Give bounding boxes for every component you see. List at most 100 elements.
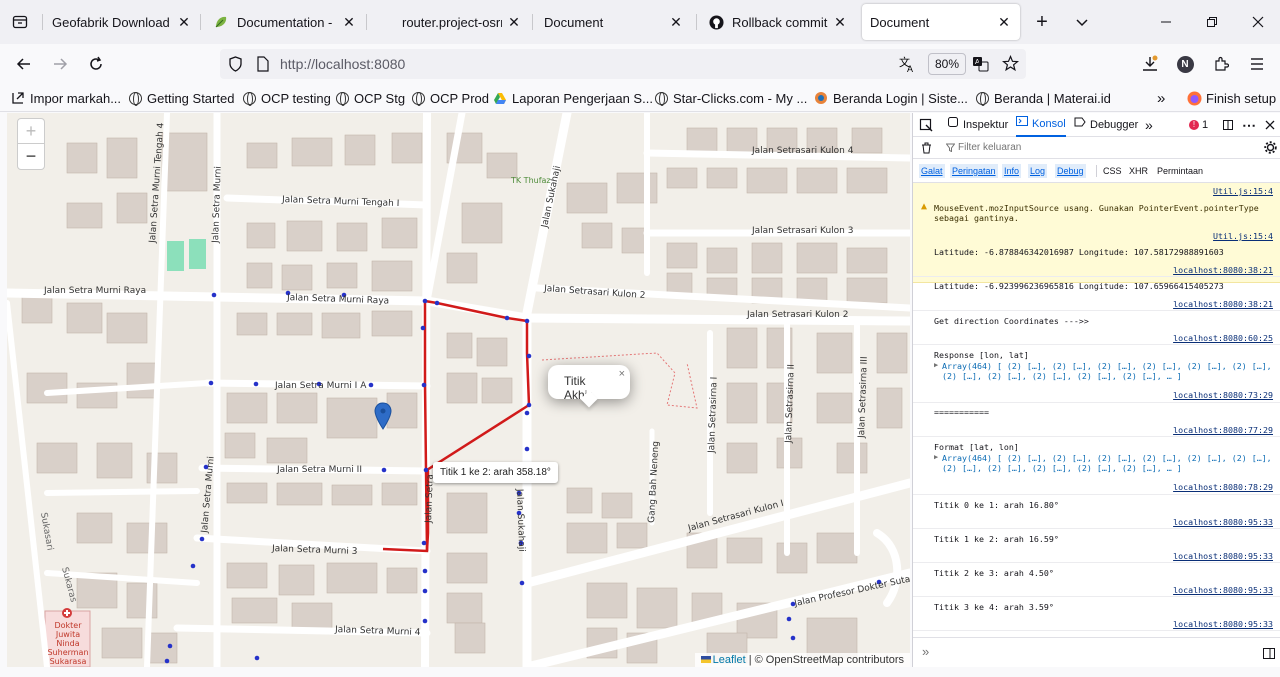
tab-inspektur[interactable]: Inspektur: [947, 113, 1008, 137]
tab-document-active[interactable]: Document ✕: [862, 4, 1020, 40]
tab-osrm[interactable]: router.project-osrm ✕: [370, 4, 530, 40]
bookmark-star-clicks[interactable]: Star-Clicks.com - My ...: [653, 89, 807, 107]
close-window-icon[interactable]: [1244, 8, 1272, 36]
bookmark-ocp-testing[interactable]: OCP testing: [241, 89, 331, 107]
array-preview[interactable]: Array(464) [ (2) […], (2) […], (2) […], …: [942, 361, 1272, 381]
array-preview[interactable]: Array(464) [ (2) […], (2) […], (2) […], …: [942, 453, 1272, 473]
message-source-link[interactable]: localhost:8080:38:21: [1173, 265, 1273, 275]
filter-permintaan[interactable]: Permintaan: [1155, 164, 1205, 178]
expand-triangle-icon[interactable]: ▶: [934, 361, 938, 369]
bookmark-materai[interactable]: Beranda | Materai.id: [974, 89, 1111, 107]
close-icon[interactable]: ✕: [832, 14, 848, 31]
close-icon[interactable]: ✕: [668, 14, 684, 31]
devtools-menu-icon[interactable]: ⋯: [1242, 113, 1256, 137]
tab-leaflet-docs[interactable]: Documentation - Le ✕: [205, 4, 365, 40]
tab-debugger[interactable]: Debugger: [1074, 113, 1138, 137]
bookmark-beranda-login[interactable]: Beranda Login | Siste...: [813, 89, 968, 107]
console-log-message: Latitude: -6.923996236965816 Longitude: …: [913, 277, 1280, 311]
message-source-link[interactable]: localhost:8080:95:33: [1173, 517, 1273, 527]
trash-clear-icon[interactable]: [921, 142, 932, 157]
split-console-icon[interactable]: [1263, 647, 1275, 662]
downloads-icon[interactable]: [1136, 50, 1164, 78]
message-source-link[interactable]: localhost:8080:78:29: [1173, 482, 1273, 492]
restore-window-icon[interactable]: [1198, 8, 1226, 36]
more-tabs-chevron-icon[interactable]: »: [1145, 113, 1153, 137]
firefox-icon: [1186, 90, 1202, 106]
message-source-link[interactable]: localhost:8080:38:21: [1173, 299, 1273, 309]
message-source-link[interactable]: localhost:8080:95:33: [1173, 585, 1273, 595]
filter-css[interactable]: CSS: [1101, 164, 1124, 178]
close-icon[interactable]: ✕: [341, 14, 357, 31]
console-log-message: Response [lon, lat] ▶ Array(464) [ (2) […: [913, 345, 1280, 403]
list-all-tabs-chevron-icon[interactable]: [1068, 8, 1096, 36]
message-source-link[interactable]: localhost:8080:95:33: [1173, 551, 1273, 561]
message-source-link[interactable]: localhost:8080:95:33: [1173, 619, 1273, 629]
bookmarks-overflow-chevron-icon[interactable]: »: [1157, 89, 1165, 107]
leaflet-link[interactable]: Leaflet: [713, 654, 746, 666]
shield-tracking-protection-icon[interactable]: [228, 56, 243, 75]
reload-icon[interactable]: [82, 50, 110, 78]
console-log-message: Titik 1 ke 2: arah 16.59° localhost:8080…: [913, 529, 1280, 563]
tab-geofabrik[interactable]: Geofabrik Download Se ✕: [44, 4, 200, 40]
ukraine-flag-icon: [700, 656, 711, 663]
bookmark-ocp-stg[interactable]: OCP Stg: [334, 89, 405, 107]
finish-setup-button[interactable]: Finish setup: [1186, 89, 1276, 107]
zoom-level-button[interactable]: 80%: [928, 53, 967, 75]
bookmark-ocp-prod[interactable]: OCP Prod: [410, 89, 489, 107]
forward-arrow-icon[interactable]: [46, 50, 74, 78]
bookmark-laporan[interactable]: Laporan Pengerjaan S...: [492, 89, 653, 107]
url-bar[interactable]: http://localhost:8080 文A 80% A: [220, 49, 1026, 79]
message-source-link[interactable]: Util.js:15:4: [1213, 231, 1273, 241]
filter-debug[interactable]: Debug: [1055, 164, 1086, 178]
tab-overview-icon[interactable]: [6, 8, 34, 36]
leaflet-map[interactable]: Jalan Setra Murni Tengah I Jalan Setra M…: [7, 113, 910, 667]
element-picker-icon[interactable]: [919, 113, 933, 137]
filter-galat[interactable]: Galat: [919, 164, 945, 178]
close-icon[interactable]: ✕: [996, 14, 1012, 31]
console-input[interactable]: »: [913, 637, 1280, 667]
tab-document-1[interactable]: Document ✕: [536, 4, 692, 40]
filter-info[interactable]: Info: [1002, 164, 1022, 178]
reader-translate-icon[interactable]: A: [972, 55, 990, 76]
tab-github-rollback[interactable]: Rollback commit se ✕: [700, 4, 856, 40]
hamburger-menu-icon[interactable]: [1243, 50, 1271, 78]
bookmark-getting-started[interactable]: Getting Started: [127, 89, 234, 107]
console-output: Util.js:15:4 ▲ MouseEvent.mozInputSource…: [913, 183, 1280, 637]
url-text[interactable]: http://localhost:8080: [280, 56, 405, 72]
dock-toggle-icon[interactable]: [1222, 113, 1234, 137]
close-icon[interactable]: ✕: [176, 14, 192, 31]
tab-label: Konsol: [1032, 118, 1066, 130]
street-label: Jalan Setrasari Kulon 4: [751, 146, 854, 156]
filter-output-input[interactable]: [958, 140, 1238, 155]
globe-icon: [653, 90, 669, 106]
filter-log[interactable]: Log: [1028, 164, 1048, 178]
console-settings-gear-icon[interactable]: [1264, 141, 1277, 157]
zoom-in-button[interactable]: +: [18, 119, 44, 144]
tab-konsol[interactable]: Konsol: [1016, 113, 1066, 137]
account-avatar-icon[interactable]: N: [1171, 50, 1199, 78]
page-info-icon[interactable]: [256, 56, 269, 75]
filter-xhr[interactable]: XHR: [1127, 164, 1150, 178]
expand-triangle-icon[interactable]: ▶: [934, 453, 938, 461]
message-source-link[interactable]: localhost:8080:77:29: [1173, 425, 1273, 435]
hospital-label: Ninda: [56, 639, 79, 648]
svg-text:A: A: [907, 64, 913, 73]
message-source-link[interactable]: localhost:8080:60:25: [1173, 333, 1273, 343]
minimize-window-icon[interactable]: [1152, 8, 1180, 36]
message-source-link[interactable]: localhost:8080:73:29: [1173, 390, 1273, 400]
filter-peringatan[interactable]: Peringatan: [950, 164, 998, 178]
bookmark-star-icon[interactable]: [1001, 54, 1020, 75]
close-icon[interactable]: ✕: [506, 14, 522, 31]
error-count-badge[interactable]: ! 1: [1189, 113, 1208, 137]
globe-icon: [127, 90, 143, 106]
new-tab-plus-icon[interactable]: +: [1028, 8, 1056, 36]
tab-label: Inspektur: [963, 119, 1009, 131]
message-source-link[interactable]: Util.js:15:4: [1213, 186, 1273, 196]
bookmark-import[interactable]: Impor markah...: [10, 89, 121, 107]
zoom-out-button[interactable]: −: [18, 144, 44, 169]
popup-close-icon[interactable]: ×: [619, 368, 625, 380]
close-devtools-icon[interactable]: [1265, 113, 1275, 137]
extensions-puzzle-icon[interactable]: [1207, 50, 1235, 78]
back-arrow-icon[interactable]: [10, 50, 38, 78]
translate-icon[interactable]: 文A: [898, 55, 916, 77]
